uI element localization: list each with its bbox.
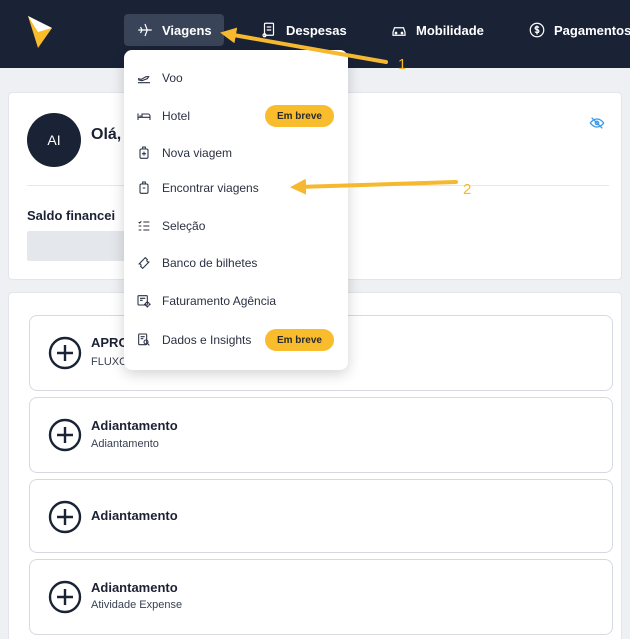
add-circle-icon[interactable]	[48, 336, 82, 370]
eye-hidden-icon[interactable]	[589, 115, 605, 131]
insights-icon	[138, 333, 150, 346]
coming-soon-badge: Em breve	[264, 105, 334, 127]
nav-label: Despesas	[286, 22, 347, 38]
menu-item-label: Encontrar viagens	[162, 181, 259, 195]
nav-label: Pagamentos	[554, 22, 630, 38]
menu-item-label: Faturamento Agência	[162, 294, 277, 308]
luggage-icon	[139, 181, 149, 194]
viagens-dropdown: Voo Hotel Em breve Nova viagem Encontrar…	[124, 50, 348, 370]
bed-icon	[137, 113, 151, 120]
menu-item-dados-e-insights[interactable]: Dados e Insights Em breve	[136, 327, 336, 353]
menu-item-encontrar-viagens[interactable]: Encontrar viagens	[136, 175, 336, 201]
list-item[interactable]: Adiantamento Atividade Expense	[29, 559, 613, 635]
add-circle-icon[interactable]	[48, 500, 82, 534]
nav-mobilidade[interactable]: Mobilidade	[378, 14, 496, 46]
saldo-label: Saldo financei	[27, 208, 116, 223]
list-item-title: APRO	[91, 335, 129, 350]
nav-label: Mobilidade	[416, 22, 484, 38]
list-item-title: Adiantamento	[91, 508, 178, 523]
checklist-icon	[138, 220, 150, 231]
menu-item-label: Seleção	[162, 219, 206, 233]
menu-item-hotel[interactable]: Hotel Em breve	[136, 103, 336, 129]
coming-soon-badge: Em breve	[264, 329, 334, 351]
brand-logo-icon[interactable]	[26, 14, 54, 50]
nav-viagens[interactable]: Viagens	[124, 14, 224, 46]
list-item-subtitle: Atividade Expense	[91, 599, 183, 611]
add-circle-icon[interactable]	[48, 580, 82, 614]
saldo-placeholder	[27, 231, 137, 261]
billing-gear-icon	[137, 295, 151, 308]
list-item-title: Adiantamento	[91, 580, 178, 595]
menu-item-voo[interactable]: Voo	[136, 65, 336, 91]
add-circle-icon[interactable]	[48, 418, 82, 452]
nav-despesas[interactable]: Despesas	[248, 14, 359, 46]
menu-item-banco-de-bilhetes[interactable]: Banco de bilhetes	[136, 250, 336, 276]
annotation-number-1: 1	[398, 56, 407, 73]
car-icon	[392, 27, 406, 36]
list-item[interactable]: Adiantamento	[29, 479, 613, 553]
menu-item-label: Nova viagem	[162, 146, 233, 160]
nav-label: Viagens	[162, 22, 212, 38]
avatar[interactable]: AI	[27, 113, 81, 167]
menu-item-label: Banco de bilhetes	[162, 256, 258, 270]
greeting: Olá,	[91, 126, 122, 143]
list-item-title: Adiantamento	[91, 418, 178, 433]
menu-item-selecao[interactable]: Seleção	[136, 213, 336, 239]
menu-item-faturamento-agencia[interactable]: Faturamento Agência	[136, 288, 336, 314]
list-item-subtitle: Adiantamento	[91, 438, 159, 450]
menu-item-label: Hotel	[162, 109, 191, 123]
menu-item-label: Voo	[162, 71, 183, 85]
ticket-icon	[138, 256, 150, 270]
flight-takeoff-icon	[138, 76, 150, 84]
annotation-number-2: 2	[463, 181, 472, 198]
menu-item-nova-viagem[interactable]: Nova viagem	[136, 140, 336, 166]
nav-pagamentos[interactable]: Pagamentos	[516, 14, 630, 46]
receipt-icon	[262, 22, 275, 38]
menu-item-label: Dados e Insights	[162, 333, 252, 347]
dollar-circle-icon	[529, 22, 545, 38]
list-item[interactable]: Adiantamento Adiantamento	[29, 397, 613, 473]
plane-icon	[138, 23, 152, 37]
luggage-add-icon	[139, 146, 149, 159]
list-item-subtitle: FLUXO	[91, 356, 128, 368]
